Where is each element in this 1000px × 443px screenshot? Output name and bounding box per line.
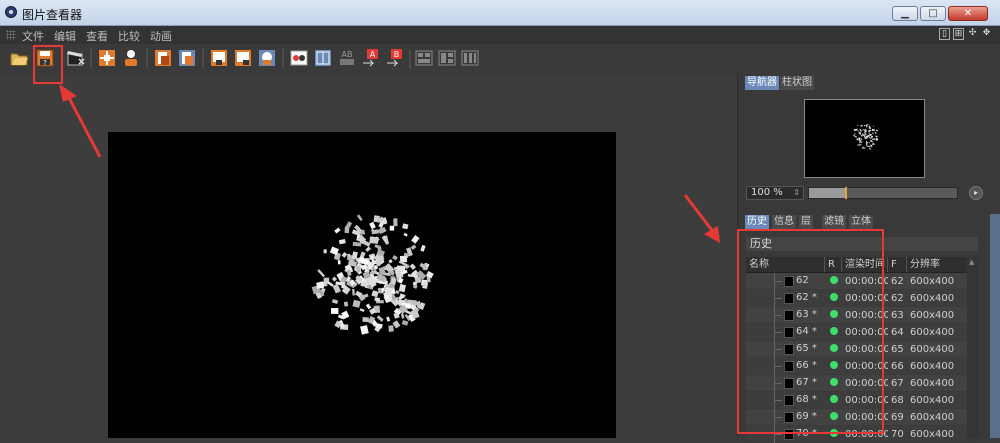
- frame-number: 66: [891, 360, 904, 372]
- navigator-particle-image: [853, 123, 879, 150]
- move-icon[interactable]: ✣: [967, 28, 978, 40]
- title-bar: 图片查看器 ▁ □ ✕: [0, 0, 1000, 26]
- spin-icon[interactable]: ⇕: [793, 187, 800, 199]
- tab-stereo[interactable]: 立体: [849, 215, 873, 229]
- toolbar-separator: [282, 49, 284, 69]
- svg-text:A: A: [370, 50, 376, 59]
- toolbar: ? AB A B: [0, 44, 1000, 75]
- view-a-icon[interactable]: [209, 48, 229, 68]
- frame-number: 69: [891, 411, 904, 423]
- view-c-icon[interactable]: [257, 48, 277, 68]
- frame-number: 63: [891, 309, 904, 321]
- frame-number: 62: [891, 275, 904, 287]
- grid-layout-icon[interactable]: ⊞: [953, 28, 964, 40]
- play-icon[interactable]: ▸: [969, 186, 983, 200]
- render-canvas: [108, 132, 616, 438]
- col-frame[interactable]: F: [888, 257, 907, 272]
- frame-number: 62: [891, 292, 904, 304]
- copy-alt-icon[interactable]: [177, 48, 197, 68]
- minimize-button[interactable]: ▁: [892, 6, 918, 21]
- tab-navigator[interactable]: 导航器: [745, 76, 779, 90]
- app-icon: [5, 6, 17, 18]
- menu-bar: 文件 编辑 查看 比较 动画 ▯ ⊞ ✣ ✥: [0, 26, 1000, 45]
- scroll-up-icon[interactable]: ▲: [969, 258, 974, 266]
- resolution: 600x400: [910, 377, 955, 389]
- maximize-button[interactable]: □: [920, 6, 946, 21]
- resolution: 600x400: [910, 309, 955, 321]
- frame-number: 68: [891, 394, 904, 406]
- menu-compare[interactable]: 比较: [118, 28, 140, 44]
- menu-file[interactable]: 文件: [22, 28, 44, 44]
- annotation-arrow-save: [59, 84, 102, 158]
- annotation-arrow-history: [683, 194, 720, 243]
- ab-red-icon[interactable]: [289, 48, 309, 68]
- menu-edit[interactable]: 编辑: [54, 28, 76, 44]
- view-b-icon[interactable]: [233, 48, 253, 68]
- grid-a-icon[interactable]: [414, 48, 434, 68]
- grid-b-icon[interactable]: [437, 48, 457, 68]
- grip-icon: [6, 30, 16, 40]
- crosshair-icon[interactable]: [97, 48, 117, 68]
- resolution: 600x400: [910, 411, 955, 423]
- navigator-thumbnail[interactable]: [804, 99, 925, 178]
- menu-view[interactable]: 查看: [86, 28, 108, 44]
- ab-split-icon[interactable]: AB: [337, 48, 357, 68]
- frame-number: 64: [891, 326, 904, 338]
- tab-layers[interactable]: 层: [799, 215, 813, 229]
- clapper-close-icon[interactable]: [66, 48, 86, 68]
- timeline-slider[interactable]: [808, 187, 958, 199]
- zoom-field[interactable]: 100 % ⇕: [746, 186, 804, 200]
- svg-text:B: B: [394, 50, 400, 59]
- close-button[interactable]: ✕: [948, 6, 988, 21]
- col-resolution[interactable]: 分辨率: [907, 257, 970, 272]
- slider-knob[interactable]: [845, 187, 847, 199]
- resolution: 600x400: [910, 326, 955, 338]
- annotation-box-save: [33, 45, 63, 84]
- resolution: 600x400: [910, 360, 955, 372]
- particle-render-image: [311, 214, 434, 335]
- zoom-row: 100 % ⇕ ▸: [746, 186, 990, 200]
- toolbar-separator: [146, 49, 148, 69]
- background-window-edge: [990, 214, 1000, 438]
- person-icon[interactable]: [121, 48, 141, 68]
- a-arrow-icon[interactable]: A: [361, 48, 381, 68]
- tab-filters[interactable]: 滤镜: [822, 215, 846, 229]
- resolution: 600x400: [910, 275, 955, 287]
- frame-number: 67: [891, 377, 904, 389]
- toolbar-separator: [202, 49, 204, 69]
- svg-text:AB: AB: [342, 50, 353, 59]
- history-scrollbar[interactable]: ▲: [967, 257, 979, 438]
- open-folder-icon[interactable]: [9, 48, 29, 68]
- b-arrow-icon[interactable]: B: [385, 48, 405, 68]
- annotation-box-history: [737, 229, 884, 434]
- move-alt-icon[interactable]: ✥: [981, 28, 992, 40]
- tab-history[interactable]: 历史: [745, 215, 769, 229]
- tab-info[interactable]: 信息: [772, 215, 796, 229]
- ab-blue-icon[interactable]: [313, 48, 333, 68]
- resolution: 600x400: [910, 292, 955, 304]
- slider-fill: [809, 188, 846, 198]
- window-title: 图片查看器: [22, 8, 83, 22]
- copy-icon[interactable]: [153, 48, 173, 68]
- image-viewport[interactable]: [0, 74, 737, 438]
- grid-c-icon[interactable]: [460, 48, 480, 68]
- frame-number: 65: [891, 343, 904, 355]
- resolution: 600x400: [910, 394, 955, 406]
- toolbar-separator: [409, 49, 411, 69]
- resolution: 600x400: [910, 343, 955, 355]
- panel-layout-icon[interactable]: ▯: [939, 28, 950, 40]
- toolbar-separator: [90, 49, 92, 69]
- window-controls: ▁ □ ✕: [892, 6, 988, 21]
- zoom-value: 100 %: [751, 187, 783, 198]
- menu-animation[interactable]: 动画: [150, 28, 172, 44]
- tab-histogram[interactable]: 柱状图: [780, 76, 814, 90]
